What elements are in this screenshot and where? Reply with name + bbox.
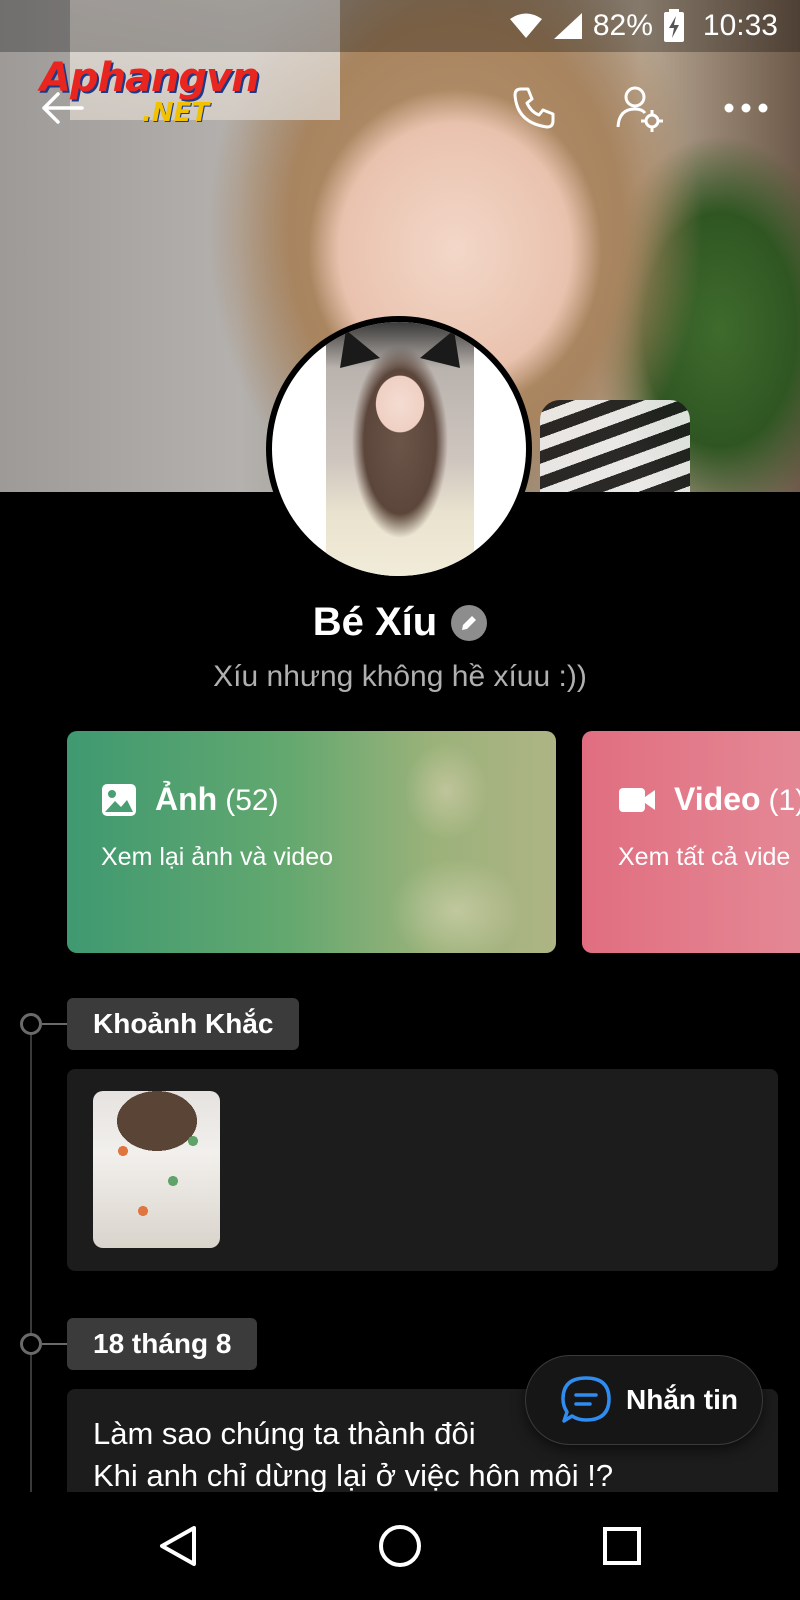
more-options-button[interactable] <box>718 80 774 136</box>
edit-name-button[interactable] <box>451 604 488 641</box>
phone-icon <box>513 87 555 129</box>
cell-signal-icon <box>553 12 583 40</box>
videos-album-count: (1) <box>768 784 800 817</box>
system-navigation-bar <box>0 1492 800 1600</box>
cover-striped-sleeve <box>540 400 690 492</box>
video-camera-icon <box>619 787 655 812</box>
photos-album-title: Ảnh <box>155 781 218 817</box>
videos-album-header: Video(1) <box>618 781 800 818</box>
back-triangle-icon <box>160 1526 196 1566</box>
timeline-connector <box>42 1343 68 1345</box>
album-cover-image <box>356 731 556 953</box>
send-message-label: Nhắn tin <box>626 1384 738 1415</box>
timeline-node <box>20 1333 42 1355</box>
avatar-image <box>272 322 526 576</box>
profile-bio: Xíu nhưng không hề xíuu :)) <box>213 660 587 693</box>
call-button[interactable] <box>506 80 562 136</box>
home-circle-icon <box>379 1525 421 1567</box>
post-date-label: 18 tháng 8 <box>67 1318 258 1370</box>
timeline-line <box>30 1026 32 1496</box>
nav-home-button[interactable] <box>368 1514 432 1578</box>
clock: 10:33 <box>702 9 778 42</box>
photos-album-header: Ảnh (52) <box>101 781 279 818</box>
moments-card <box>67 1069 778 1271</box>
photos-album-count: (52) <box>225 784 279 817</box>
more-icon <box>724 103 768 113</box>
send-message-button[interactable]: Nhắn tin <box>525 1355 763 1445</box>
moments-section-label: Khoảnh Khắc <box>67 998 300 1050</box>
moment-thumbnail[interactable] <box>93 1091 220 1248</box>
wifi-icon <box>509 13 543 39</box>
status-bar: 82% 10:33 <box>0 0 800 52</box>
avatar[interactable] <box>266 316 532 582</box>
back-button[interactable] <box>34 80 90 136</box>
profile-settings-button[interactable] <box>612 80 668 136</box>
videos-album-subtitle: Xem tất cả vide <box>618 843 791 871</box>
nav-recents-button[interactable] <box>590 1514 654 1578</box>
recents-square-icon <box>603 1527 641 1565</box>
pencil-icon <box>462 615 477 630</box>
profile-name-row: Bé Xíu <box>0 600 800 645</box>
nav-back-button[interactable] <box>146 1514 210 1578</box>
profile-name: Bé Xíu <box>312 600 438 644</box>
timeline-connector <box>42 1023 68 1025</box>
photos-album-card[interactable]: Ảnh (52) Xem lại ảnh và video <box>67 731 556 953</box>
cat-ears-decoration <box>340 330 460 368</box>
battery-percent: 82% <box>592 9 653 42</box>
battery-charging-icon <box>663 9 685 43</box>
user-settings-icon <box>616 86 663 132</box>
watermark-line2: .NET <box>142 98 210 128</box>
videos-album-card[interactable]: Video(1) Xem tất cả vide <box>582 731 800 953</box>
back-arrow-icon <box>42 92 84 124</box>
photos-album-subtitle: Xem lại ảnh và video <box>101 843 334 871</box>
chat-bubble-icon <box>561 1376 611 1423</box>
videos-album-title: Video <box>674 781 761 817</box>
timeline-node <box>20 1013 42 1035</box>
image-icon <box>102 783 136 816</box>
